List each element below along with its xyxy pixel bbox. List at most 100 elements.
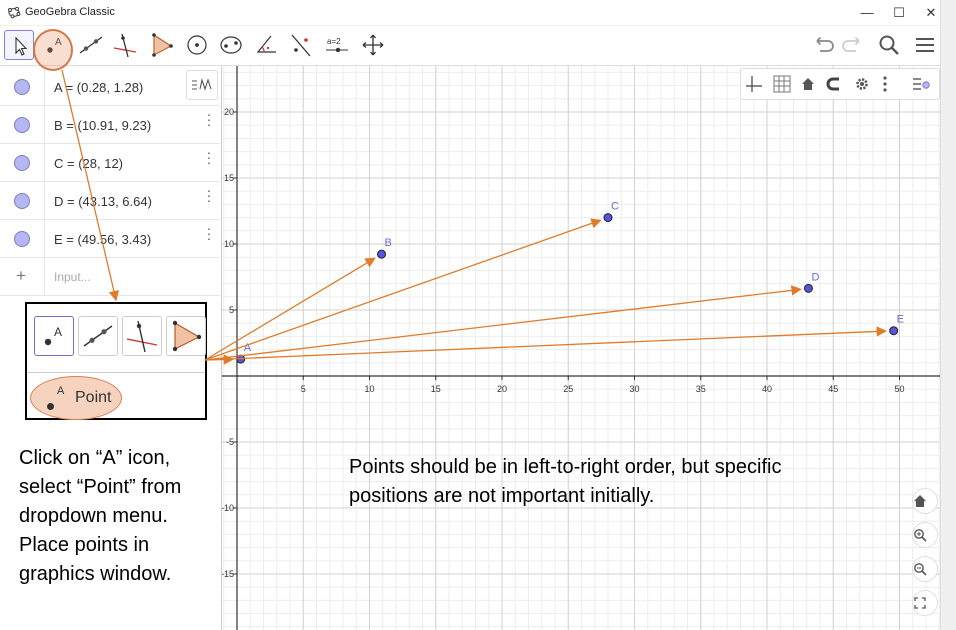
- y-tick-label: 10: [224, 239, 234, 249]
- point-tool-dropdown-callout: A A Point: [25, 302, 207, 420]
- reflect-about-line-icon: [291, 34, 311, 57]
- standard-view-button[interactable]: [800, 72, 824, 96]
- more-options-icon[interactable]: · · ·: [205, 221, 213, 245]
- row-divider: [44, 68, 45, 106]
- search-icon: [879, 35, 899, 55]
- zoom-in-icon: [914, 529, 927, 542]
- plus-icon[interactable]: +: [16, 266, 26, 286]
- more-options-icon[interactable]: · · ·: [205, 183, 213, 207]
- window-scrollbar[interactable]: [940, 0, 956, 630]
- ellipse-icon: [220, 36, 242, 54]
- perpendicular-line-tool[interactable]: [110, 30, 140, 60]
- move-arrows-icon: [362, 34, 384, 56]
- circle-center-icon: [187, 35, 207, 55]
- algebra-definition[interactable]: A = (0.28, 1.28): [54, 80, 143, 95]
- graphics-view[interactable]: 5 10 15 20 25 30 35 40 45 50 5 10 15 20 -5 -10 -15 A B C D E: [222, 66, 940, 630]
- x-tick-label: 50: [894, 384, 904, 394]
- more-options-icon[interactable]: · · ·: [205, 145, 213, 169]
- algebra-input-row[interactable]: + Input...: [0, 258, 220, 296]
- fullscreen-button[interactable]: [912, 590, 938, 616]
- zoom-out-icon: [914, 563, 927, 576]
- search-button[interactable]: [874, 30, 904, 60]
- dropdown-divider: [27, 372, 205, 373]
- algebra-row-e[interactable]: E = (49.56, 3.43) · · ·: [0, 220, 220, 258]
- point-icon-letter: A: [57, 385, 65, 397]
- slider-tool[interactable]: a=2: [322, 30, 352, 60]
- grid-toggle-button[interactable]: [772, 72, 796, 96]
- algebra-definition[interactable]: D = (43.13, 6.64): [54, 194, 152, 209]
- ellipse-tool[interactable]: [216, 30, 246, 60]
- redo-button[interactable]: [838, 30, 868, 60]
- algebra-description-icon: [192, 77, 212, 91]
- x-tick-label: 40: [762, 384, 772, 394]
- polygon-icon: [152, 33, 173, 57]
- callout-polygon-tool[interactable]: [166, 316, 206, 356]
- y-tick-label: -10: [222, 503, 234, 513]
- algebra-row-c[interactable]: C = (28, 12) · · ·: [0, 144, 220, 182]
- row-divider: [44, 144, 45, 182]
- home-icon: [914, 495, 926, 507]
- more-options-icon[interactable]: · · ·: [205, 107, 213, 131]
- undo-button[interactable]: [808, 30, 838, 60]
- minimize-button[interactable]: —: [852, 2, 882, 24]
- algebra-definition[interactable]: E = (49.56, 3.43): [54, 232, 151, 247]
- toggle-style-bar-button[interactable]: [911, 72, 935, 96]
- fullscreen-icon: [914, 597, 926, 609]
- point-c[interactable]: [603, 213, 613, 223]
- circle-center-point-tool[interactable]: [182, 30, 212, 60]
- style-bar-toggle-icon: [913, 78, 930, 90]
- angle-icon: [256, 35, 276, 53]
- more-options-button[interactable]: [882, 72, 906, 96]
- visibility-marble-icon[interactable]: [14, 79, 30, 95]
- algebra-definition[interactable]: B = (10.91, 9.23): [54, 118, 151, 133]
- point-label-b: B: [385, 237, 392, 249]
- visibility-marble-icon[interactable]: [14, 117, 30, 133]
- standard-view-side-button[interactable]: [912, 488, 938, 514]
- point-a[interactable]: [236, 354, 246, 364]
- gear-icon: [856, 78, 868, 90]
- x-tick-label: 30: [629, 384, 639, 394]
- point-d[interactable]: [803, 283, 813, 293]
- visibility-marble-icon[interactable]: [14, 193, 30, 209]
- line-tool[interactable]: [76, 30, 106, 60]
- graphics-settings-button[interactable]: [854, 72, 878, 96]
- point-e[interactable]: [889, 326, 899, 336]
- callout-line-tool[interactable]: [78, 316, 118, 356]
- point-tool-highlight-circle: [33, 29, 73, 71]
- svg-text:A: A: [54, 325, 62, 339]
- point-capturing-button[interactable]: [826, 72, 850, 96]
- visibility-marble-icon[interactable]: [14, 155, 30, 171]
- zoom-out-button[interactable]: [912, 556, 938, 582]
- perpendicular-line-icon: [126, 320, 158, 353]
- algebra-row-b[interactable]: B = (10.91, 9.23) · · ·: [0, 106, 220, 144]
- algebra-definition[interactable]: C = (28, 12): [54, 156, 123, 171]
- hamburger-menu-icon: [916, 38, 934, 52]
- callout-point-tool[interactable]: A: [34, 316, 74, 356]
- redo-icon: [842, 36, 860, 52]
- main-menu-button[interactable]: [910, 30, 940, 60]
- x-tick-label: 10: [364, 384, 374, 394]
- cursor-arrow-icon: [15, 36, 28, 56]
- reflect-tool[interactable]: [286, 30, 316, 60]
- maximize-button[interactable]: ☐: [884, 2, 914, 24]
- axes-icon: [746, 76, 762, 92]
- move-graphics-view-tool[interactable]: [358, 30, 388, 60]
- algebra-row-d[interactable]: D = (43.13, 6.64) · · ·: [0, 182, 220, 220]
- move-tool[interactable]: [4, 30, 34, 60]
- angle-tool[interactable]: [252, 30, 282, 60]
- callout-perpendicular-line-tool[interactable]: [122, 316, 162, 356]
- y-tick-label: -15: [222, 569, 234, 579]
- polygon-tool[interactable]: [146, 30, 176, 60]
- title-bar: GeoGebra Classic — ☐ ✕: [0, 0, 940, 26]
- coordinate-plane[interactable]: 5 10 15 20 25 30 35 40 45 50 5 10 15 20 -5 -10 -15 A B C D E: [222, 66, 940, 630]
- zoom-in-button[interactable]: [912, 522, 938, 548]
- slider-icon: a=2: [326, 37, 348, 53]
- point-icon: [47, 403, 54, 410]
- algebra-style-toggle-button[interactable]: [186, 70, 218, 100]
- point-menu-item[interactable]: A Point: [30, 376, 122, 420]
- algebra-input[interactable]: Input...: [54, 270, 91, 284]
- point-b[interactable]: [377, 249, 387, 259]
- visibility-marble-icon[interactable]: [14, 231, 30, 247]
- axes-toggle-button[interactable]: [744, 72, 768, 96]
- main-toolbar: A a=2: [0, 26, 940, 66]
